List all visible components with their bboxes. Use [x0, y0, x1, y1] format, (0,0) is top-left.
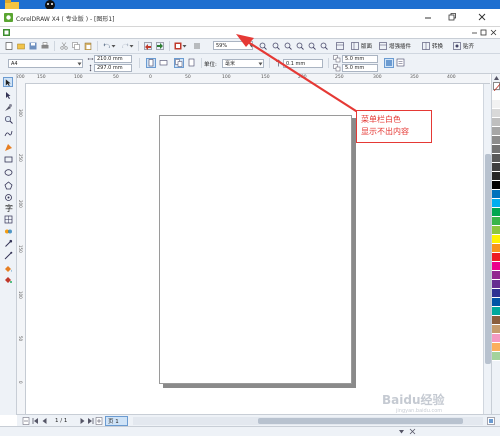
watermark-text: Baidu经验 — [382, 393, 445, 407]
watermark-subtext: jingyan.baidu.com — [396, 408, 443, 414]
annotation-callout: 菜单栏白色 显示不出内容 — [356, 110, 432, 143]
watermark: Baidu经验 jingyan.baidu.com — [382, 391, 482, 419]
annotation-line1: 菜单栏白色 — [361, 115, 401, 124]
annotation-line2: 显示不出内容 — [361, 127, 409, 136]
annotation-arrow — [236, 34, 358, 113]
